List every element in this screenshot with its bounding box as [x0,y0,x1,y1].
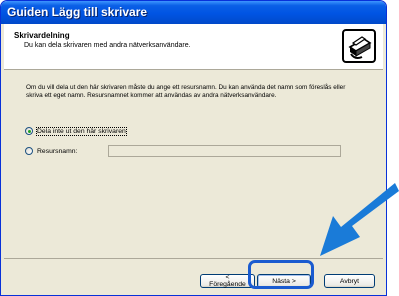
cancel-button[interactable]: Avbryt [324,274,375,288]
wizard-header: Skrivardelning Du kan dela skrivaren med… [4,24,383,70]
header-subtitle: Du kan dela skrivaren med andra nätverks… [24,42,191,49]
radio-no-share-label[interactable]: Dela inte ut den här skrivaren [36,126,127,136]
printer-share-icon [342,29,376,63]
pointer-arrow-icon [320,183,399,256]
radio-share[interactable] [25,147,33,155]
radio-no-share[interactable] [25,127,33,135]
header-title: Skrivardelning [14,31,70,40]
share-name-input[interactable] [108,145,341,157]
window-title: Guiden Lägg till skrivare [7,5,148,19]
radio-no-share-row[interactable]: Dela inte ut den här skrivaren [25,126,127,136]
radio-share-label[interactable]: Resursnamn: [37,148,77,155]
back-button[interactable]: < Föregående [200,274,255,288]
radio-share-row[interactable]: Resursnamn: [25,147,77,155]
title-bar[interactable]: Guiden Lägg till skrivare [1,1,386,24]
description-text: Om du vill dela ut den här skrivaren mås… [26,84,346,99]
